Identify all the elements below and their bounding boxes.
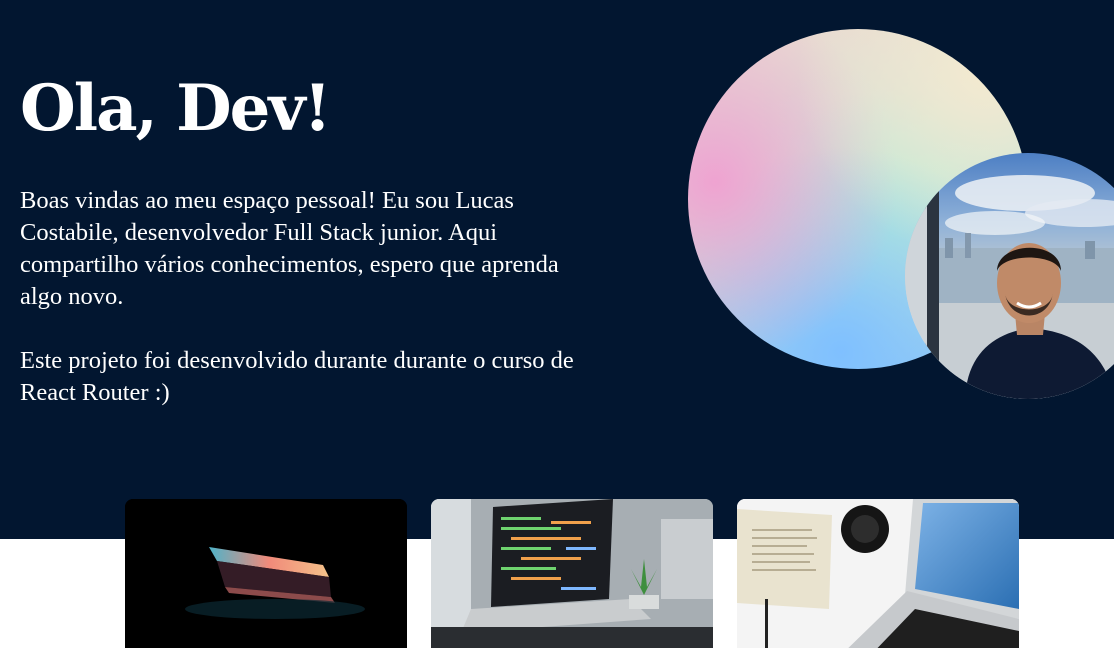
image-cards-row <box>125 499 1019 648</box>
card-desk-laptop[interactable] <box>737 499 1019 648</box>
hero-section: Ola, Dev! Boas vindas ao meu espaço pess… <box>0 0 1114 539</box>
hero-description: Boas vindas ao meu espaço pessoal! Eu so… <box>20 185 580 409</box>
hero-paragraph-intro: Boas vindas ao meu espaço pessoal! Eu so… <box>20 187 559 310</box>
card-code-laptop[interactable] <box>431 499 713 648</box>
code-laptop-image <box>431 499 713 648</box>
hero-title: Ola, Dev! <box>20 71 332 146</box>
desk-laptop-image <box>737 499 1019 648</box>
card-closed-laptop[interactable] <box>125 499 407 648</box>
closed-laptop-image <box>125 499 407 648</box>
hero-paragraph-project: Este projeto foi desenvolvido durante du… <box>20 347 574 406</box>
